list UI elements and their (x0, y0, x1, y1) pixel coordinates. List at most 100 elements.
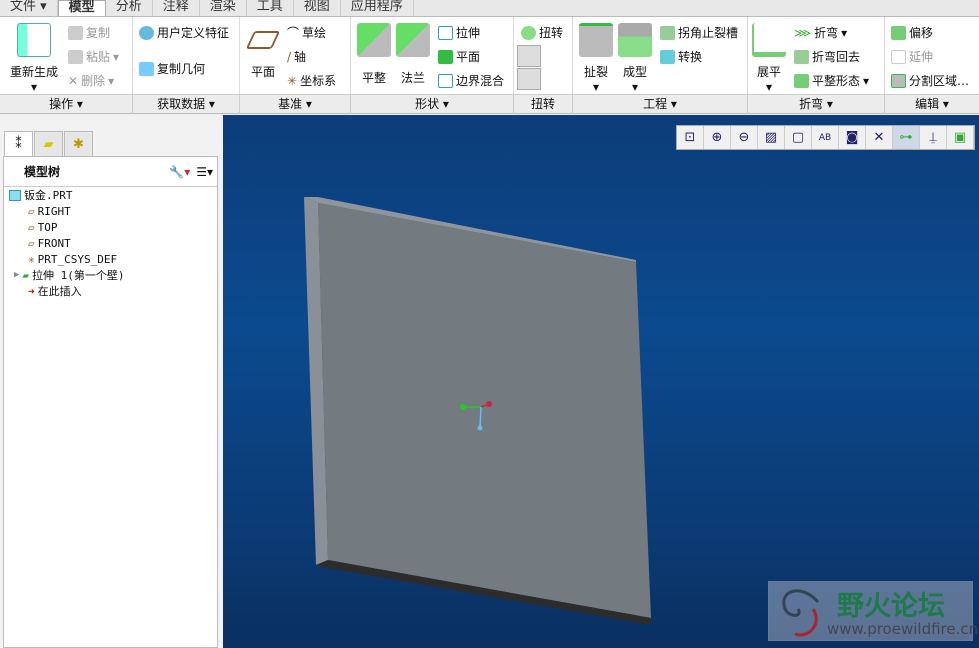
tab-tools[interactable]: 工具 (247, 0, 294, 16)
udf-icon (139, 25, 154, 40)
group-edit-menu[interactable]: 编辑 ▾ (885, 95, 979, 114)
plane-wall-label: 平面 (456, 50, 481, 64)
corner-relief-icon (660, 25, 675, 40)
tree-node-label: FRONT (37, 236, 71, 250)
graphics-window[interactable]: ⊡ ⊕ ⊖ ▨ ▢ AB ◙ ✕ ⊶ ⍊ ▣ 野火论坛 www.proewild… (223, 115, 979, 648)
group-get-data-menu[interactable]: 获取数据 ▾ (133, 95, 240, 114)
tab-view[interactable]: 视图 (294, 0, 341, 16)
tree-node-label: 钣金.PRT (24, 189, 73, 202)
rip-icon (579, 23, 613, 57)
bend-back-icon (794, 49, 809, 64)
bend-back-label: 折弯回去 (812, 50, 861, 64)
flange-button[interactable]: 法兰 (396, 23, 430, 86)
boundary-blend-icon (438, 73, 453, 88)
favorites-tab-icon[interactable]: ✱ (64, 131, 93, 157)
group-bend: 展平 ▾ ⋙ 折弯 ▾ 折弯回去 平整形态 ▾ (748, 17, 885, 95)
axis-icon: / (287, 49, 292, 64)
udf-button[interactable]: 用户定义特征 (139, 24, 229, 41)
tree-node-front[interactable]: ▱ FRONT (4, 235, 217, 251)
group-datum-menu[interactable]: 基准 ▾ (240, 95, 351, 114)
split-area-label: 分割区域… (909, 74, 970, 88)
tree-node-csys[interactable]: ✳ PRT_CSYS_DEF (4, 251, 217, 267)
extend-button[interactable]: 延伸 (891, 48, 933, 65)
group-datum: 平面 ⌒ 草绘 / 轴 ✳ 坐标系 (240, 17, 351, 95)
group-operations-menu[interactable]: 操作 ▾ (0, 95, 133, 114)
rip-button[interactable]: 扯裂 ▾ (579, 23, 613, 94)
watermark-title: 野火论坛 (837, 591, 945, 622)
sketch-button[interactable]: ⌒ 草绘 (287, 24, 326, 41)
edge-bend-icon[interactable] (517, 45, 541, 67)
tab-annotate[interactable]: 注释 (153, 0, 200, 16)
tree-node-part[interactable]: 钣金.PRT (4, 187, 217, 203)
corner-relief-label: 拐角止裂槽 (678, 26, 739, 40)
regenerate-label: 重新生成 (9, 65, 58, 79)
csys-button[interactable]: ✳ 坐标系 (287, 72, 336, 89)
csys-icon: ✳ (287, 73, 298, 88)
show-menu-icon[interactable]: ☰▾ (196, 165, 213, 179)
tab-render[interactable]: 渲染 (200, 0, 247, 16)
joint-icon[interactable] (517, 68, 541, 90)
split-area-button[interactable]: 分割区域… (891, 72, 969, 89)
tab-analysis[interactable]: 分析 (106, 0, 153, 16)
bend-back-button[interactable]: 折弯回去 (794, 48, 860, 65)
copy-geometry-button[interactable]: 复制几何 (139, 60, 205, 77)
offset-button[interactable]: 偏移 (891, 24, 933, 41)
tree-node-right[interactable]: ▱ RIGHT (4, 203, 217, 219)
tab-applications[interactable]: 应用程序 (341, 0, 414, 16)
bend-button[interactable]: ⋙ 折弯 ▾ (794, 24, 847, 41)
group-get-data: 用户定义特征 复制几何 (133, 17, 240, 95)
expand-arrow-icon[interactable]: ▶ (14, 270, 19, 280)
datum-plane-icon: ▱ (28, 204, 35, 218)
tree-node-insert-here[interactable]: ➜ 在此插入 (4, 283, 217, 299)
datum-plane-icon (245, 31, 281, 49)
tab-model[interactable]: 模型 (57, 0, 106, 17)
tree-node-top[interactable]: ▱ TOP (4, 219, 217, 235)
flat-state-button[interactable]: 平整形态 ▾ (794, 72, 869, 89)
tree-node-extrude[interactable]: ▶ ▰ 拉伸 1(第一个壁) (4, 267, 217, 283)
sheet-metal-plate[interactable] (318, 203, 651, 618)
model-tree-header: 模型树 🔧▾ ☰▾ (4, 157, 217, 187)
group-engineering-menu[interactable]: 工程 ▾ (573, 95, 748, 114)
datum-plane-button[interactable]: 平面 (245, 25, 281, 80)
datum-plane-icon: ▱ (28, 220, 35, 234)
boundary-blend-button[interactable]: 边界混合 (438, 72, 504, 89)
convert-button[interactable]: 转换 (660, 48, 702, 65)
model-tree-tab-icon[interactable]: ⁑ (4, 131, 33, 157)
tree-settings-icon[interactable]: 🔧▾ (169, 165, 190, 179)
extend-label: 延伸 (909, 50, 934, 64)
axis-button[interactable]: / 轴 (287, 48, 306, 65)
folder-browser-tab-icon[interactable]: ▰ (34, 131, 63, 157)
sketch-icon: ⌒ (287, 26, 300, 40)
tree-node-label: RIGHT (37, 204, 71, 218)
form-button[interactable]: 成型 ▾ (618, 23, 652, 94)
tree-node-label: 在此插入 (37, 285, 82, 298)
corner-relief-button[interactable]: 拐角止裂槽 (660, 24, 738, 41)
extrude-icon (438, 25, 453, 40)
datum-plane-label: 平面 (250, 65, 275, 79)
group-twist: 扭转 (514, 17, 573, 95)
flat-button[interactable]: 平整 (357, 23, 391, 86)
group-shapes: 平整 法兰 拉伸 平面 边界混合 (351, 17, 514, 95)
udf-label: 用户定义特征 (157, 26, 230, 40)
copy-button[interactable]: 复制 (68, 24, 110, 41)
unbend-label: 展平 (756, 65, 781, 79)
delete-label: 删除 (81, 74, 106, 88)
unbend-button[interactable]: 展平 ▾ (752, 23, 786, 94)
extrude-button[interactable]: 拉伸 (438, 24, 480, 41)
flat-label: 平整 (361, 71, 386, 85)
group-twist-label: 扭转 (514, 95, 573, 114)
regenerate-button[interactable]: 重新生成 ▾ (8, 23, 60, 94)
convert-label: 转换 (678, 50, 703, 64)
copy-geometry-icon (139, 61, 154, 76)
menu-file[interactable]: 文件 ▾ (0, 0, 58, 16)
plane-wall-button[interactable]: 平面 (438, 48, 480, 65)
group-bend-menu[interactable]: 折弯 ▾ (748, 95, 885, 114)
group-operations: 重新生成 ▾ 复制 粘贴 ▾ ✕ 删除 ▾ (0, 17, 133, 95)
twist-button[interactable]: 扭转 (521, 24, 563, 41)
convert-icon (660, 49, 675, 64)
group-shapes-menu[interactable]: 形状 ▾ (351, 95, 514, 114)
delete-button[interactable]: ✕ 删除 ▾ (68, 72, 114, 89)
paste-button[interactable]: 粘贴 ▾ (68, 48, 119, 65)
delete-icon: ✕ (68, 73, 79, 88)
plane-wall-icon (438, 49, 453, 64)
